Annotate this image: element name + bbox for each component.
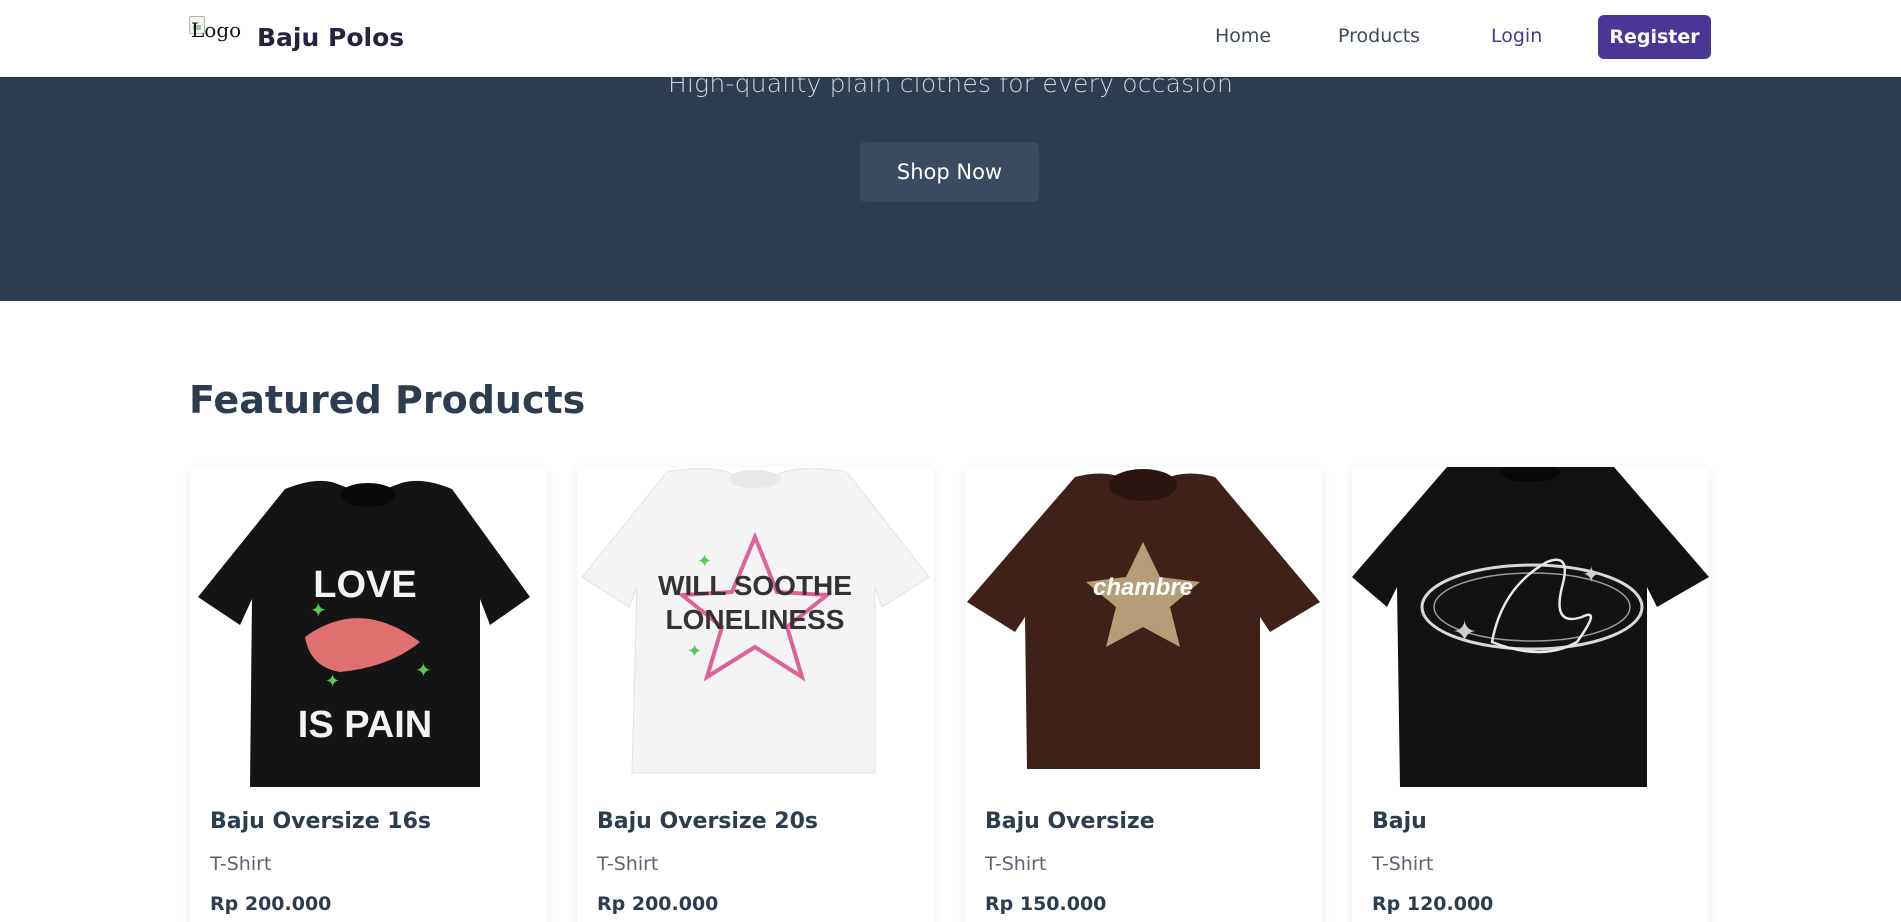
shirt-print-text: chambre	[1093, 574, 1193, 601]
product-name: Baju Oversize 16s	[210, 809, 432, 834]
tshirt-illustration: ✦ ✦	[1352, 467, 1709, 787]
product-price: Rp 120.000	[1372, 893, 1494, 915]
product-image: ✦ ✦	[1352, 467, 1709, 787]
logo-alt-text: Logo	[191, 18, 242, 42]
product-image: chambre	[965, 467, 1322, 787]
product-card[interactable]: LOVE IS PAIN ✦ ✦ ✦ Baju Oversize 16s T-S…	[190, 467, 547, 922]
product-name: Baju Oversize 20s	[597, 809, 819, 834]
product-category: T-Shirt	[1372, 853, 1434, 875]
brand[interactable]: Logo Baju Polos	[189, 16, 404, 60]
svg-text:✦: ✦	[697, 551, 712, 571]
product-card[interactable]: WILL SOOTHE LONELINESS ✦ ✦ Baju Oversize…	[577, 467, 934, 922]
svg-text:✦: ✦	[325, 671, 340, 691]
nav-link-home[interactable]: Home	[1215, 25, 1271, 47]
product-name: Baju	[1372, 809, 1427, 834]
shirt-print-text: LOVE	[313, 564, 416, 606]
product-category: T-Shirt	[210, 853, 272, 875]
svg-text:✦: ✦	[1582, 562, 1600, 587]
shirt-print-text: IS PAIN	[298, 704, 432, 746]
shirt-print-text: LONELINESS	[666, 604, 845, 635]
featured-products-title: Featured Products	[189, 378, 586, 422]
nav-link-login[interactable]: Login	[1491, 25, 1542, 47]
product-name: Baju Oversize	[985, 809, 1155, 834]
product-card[interactable]: chambre Baju Oversize T-Shirt Rp 150.000	[965, 467, 1322, 922]
product-price: Rp 200.000	[597, 893, 719, 915]
product-image: WILL SOOTHE LONELINESS ✦ ✦	[577, 467, 934, 787]
navbar: Logo Baju Polos Home Products Login Regi…	[0, 0, 1901, 77]
product-price: Rp 200.000	[210, 893, 332, 915]
register-button[interactable]: Register	[1598, 15, 1711, 59]
shirt-print-text: WILL SOOTHE	[658, 570, 852, 601]
svg-text:✦: ✦	[687, 641, 702, 661]
tshirt-illustration: WILL SOOTHE LONELINESS ✦ ✦	[581, 468, 930, 774]
shop-now-button[interactable]: Shop Now	[860, 142, 1039, 202]
svg-text:✦: ✦	[1452, 616, 1477, 649]
svg-text:✦: ✦	[310, 600, 327, 622]
tshirt-illustration: LOVE IS PAIN ✦ ✦ ✦	[198, 480, 530, 787]
product-price: Rp 150.000	[985, 893, 1107, 915]
nav-link-products[interactable]: Products	[1338, 25, 1420, 47]
product-category: T-Shirt	[597, 853, 659, 875]
logo-image: Logo	[189, 16, 257, 44]
svg-text:✦: ✦	[415, 660, 432, 682]
brand-name: Baju Polos	[257, 23, 405, 52]
product-image: LOVE IS PAIN ✦ ✦ ✦	[190, 467, 547, 787]
product-card[interactable]: ✦ ✦ Baju T-Shirt Rp 120.000	[1352, 467, 1709, 922]
product-category: T-Shirt	[985, 853, 1047, 875]
tshirt-illustration: chambre	[967, 469, 1320, 769]
